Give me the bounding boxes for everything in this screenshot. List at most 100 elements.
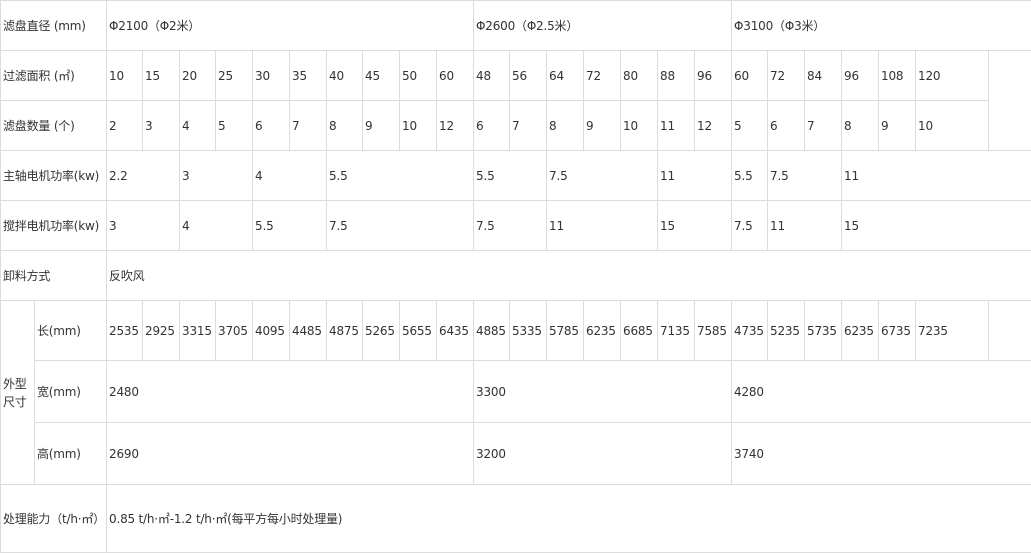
disc-count-cell: 10 bbox=[399, 100, 438, 151]
row-diameter: 滤盘直径 (mm) Φ2100（Φ2米） Φ2600（Φ2.5米） Φ3100（… bbox=[0, 0, 1031, 51]
disc-count-cell: 10 bbox=[915, 100, 990, 151]
label-disc-count: 滤盘数量 (个) bbox=[0, 100, 108, 151]
area-cell: 84 bbox=[804, 50, 843, 101]
length-cell: 5655 bbox=[399, 300, 438, 361]
length-cell: 7135 bbox=[657, 300, 696, 361]
area-cell: 60 bbox=[731, 50, 769, 101]
area-cell: 10 bbox=[106, 50, 144, 101]
label-capacity: 处理能力（t/h·㎡） bbox=[0, 484, 108, 553]
length-cell: 4885 bbox=[473, 300, 511, 361]
disc-count-cell: 6 bbox=[473, 100, 511, 151]
main-motor-cell: 7.5 bbox=[546, 150, 659, 201]
length-cell: 2535 bbox=[106, 300, 144, 361]
label-area: 过滤面积 (㎡) bbox=[0, 50, 108, 101]
row-height: 高(mm) 2690 3200 3740 bbox=[1, 422, 1031, 485]
area-cell: 40 bbox=[326, 50, 364, 101]
stir-motor-cell: 7.5 bbox=[731, 200, 769, 251]
row-length: 外型尺寸 长(mm) 2535 2925 3315 3705 4095 4485… bbox=[0, 300, 1031, 485]
row-stir-motor: 搅拌电机功率(kw) 3 4 5.5 7.5 7.5 11 15 7.5 11 … bbox=[0, 200, 1031, 251]
area-cell: 56 bbox=[509, 50, 548, 101]
area-cell: 30 bbox=[252, 50, 291, 101]
main-motor-cell: 5.5 bbox=[473, 150, 548, 201]
spec-table: 滤盘直径 (mm) Φ2100（Φ2米） Φ2600（Φ2.5米） Φ3100（… bbox=[0, 0, 1031, 553]
area-cell: 45 bbox=[362, 50, 401, 101]
disc-count-cell: 9 bbox=[583, 100, 622, 151]
main-motor-cell: 4 bbox=[252, 150, 328, 201]
disc-count-cell: 8 bbox=[841, 100, 880, 151]
label-width: 宽(mm) bbox=[33, 360, 108, 423]
disc-count-cell: 7 bbox=[289, 100, 328, 151]
disc-count-cell: 9 bbox=[362, 100, 401, 151]
area-cell: 88 bbox=[657, 50, 696, 101]
label-main-motor: 主轴电机功率(kw) bbox=[0, 150, 108, 201]
length-cell: 7585 bbox=[694, 300, 733, 361]
stir-motor-cell: 7.5 bbox=[326, 200, 475, 251]
disc-count-cell: 2 bbox=[106, 100, 144, 151]
row-main-motor: 主轴电机功率(kw) 2.2 3 4 5.5 5.5 7.5 11 5.5 7.… bbox=[0, 150, 1031, 201]
disc-count-cell: 11 bbox=[657, 100, 696, 151]
disc-count-cell: 12 bbox=[694, 100, 733, 151]
length-cell: 6235 bbox=[841, 300, 880, 361]
capacity-value: 0.85 t/h·㎡-1.2 t/h·㎡(每平方每小时处理量) bbox=[106, 484, 1031, 553]
length-cell: 7235 bbox=[915, 300, 990, 361]
label-stir-motor: 搅拌电机功率(kw) bbox=[0, 200, 108, 251]
area-cell: 108 bbox=[878, 50, 917, 101]
row-discharge: 卸料方式 反吹风 bbox=[0, 250, 1031, 301]
area-cell: 15 bbox=[142, 50, 181, 101]
area-cell: 72 bbox=[583, 50, 622, 101]
main-motor-cell: 11 bbox=[841, 150, 1031, 201]
disc-count-cell: 6 bbox=[767, 100, 806, 151]
length-cell: 4485 bbox=[289, 300, 328, 361]
length-cell: 6735 bbox=[878, 300, 917, 361]
disc-count-cell: 4 bbox=[179, 100, 217, 151]
length-cell: 6435 bbox=[436, 300, 475, 361]
main-motor-cell: 11 bbox=[657, 150, 733, 201]
label-height: 高(mm) bbox=[33, 422, 108, 485]
area-cell: 50 bbox=[399, 50, 438, 101]
height-cell: 3200 bbox=[473, 422, 733, 485]
row-capacity: 处理能力（t/h·㎡） 0.85 t/h·㎡-1.2 t/h·㎡(每平方每小时处… bbox=[0, 484, 1031, 553]
height-cell: 2690 bbox=[106, 422, 475, 485]
stir-motor-cell: 11 bbox=[546, 200, 659, 251]
disc-count-cell: 7 bbox=[804, 100, 843, 151]
diameter-group-2: Φ2600（Φ2.5米） bbox=[473, 0, 733, 51]
label-length: 长(mm) bbox=[33, 300, 108, 361]
length-cell: 5335 bbox=[509, 300, 548, 361]
stir-motor-cell: 5.5 bbox=[252, 200, 328, 251]
main-motor-cell: 5.5 bbox=[326, 150, 475, 201]
label-diameter: 滤盘直径 (mm) bbox=[0, 0, 108, 51]
area-cell: 96 bbox=[841, 50, 880, 101]
length-cell: 6235 bbox=[583, 300, 622, 361]
length-cell: 4875 bbox=[326, 300, 364, 361]
disc-count-cell: 10 bbox=[620, 100, 659, 151]
length-cell: 5735 bbox=[804, 300, 843, 361]
area-cell: 35 bbox=[289, 50, 328, 101]
disc-count-cell: 7 bbox=[509, 100, 548, 151]
area-cell: 60 bbox=[436, 50, 475, 101]
area-cell: 72 bbox=[767, 50, 806, 101]
main-motor-cell: 7.5 bbox=[767, 150, 843, 201]
row-width: 宽(mm) 2480 3300 4280 bbox=[1, 360, 1031, 423]
stir-motor-cell: 7.5 bbox=[473, 200, 548, 251]
label-dimensions: 外型尺寸 bbox=[0, 300, 35, 485]
area-cell: 120 bbox=[915, 50, 990, 101]
stir-motor-cell: 15 bbox=[841, 200, 1031, 251]
disc-count-cell: 3 bbox=[142, 100, 181, 151]
length-cell: 2925 bbox=[142, 300, 181, 361]
area-cell: 80 bbox=[620, 50, 659, 101]
label-discharge: 卸料方式 bbox=[0, 250, 108, 301]
length-cell: 5235 bbox=[767, 300, 806, 361]
disc-count-cell: 8 bbox=[326, 100, 364, 151]
stir-motor-cell: 11 bbox=[767, 200, 843, 251]
main-motor-cell: 3 bbox=[179, 150, 254, 201]
length-cell: 5265 bbox=[362, 300, 401, 361]
height-cell: 3740 bbox=[731, 422, 1031, 485]
length-cell: 3705 bbox=[215, 300, 254, 361]
row-disc-count: 滤盘数量 (个) 2 3 4 5 6 7 8 9 10 12 6 7 8 9 1… bbox=[0, 100, 1031, 151]
disc-count-cell: 8 bbox=[546, 100, 585, 151]
width-cell: 3300 bbox=[473, 360, 733, 423]
main-motor-cell: 2.2 bbox=[106, 150, 181, 201]
disc-count-cell: 12 bbox=[436, 100, 475, 151]
discharge-value: 反吹风 bbox=[106, 250, 1031, 301]
row-area: 过滤面积 (㎡) 10 15 20 25 30 35 40 45 50 60 4… bbox=[0, 50, 1031, 101]
